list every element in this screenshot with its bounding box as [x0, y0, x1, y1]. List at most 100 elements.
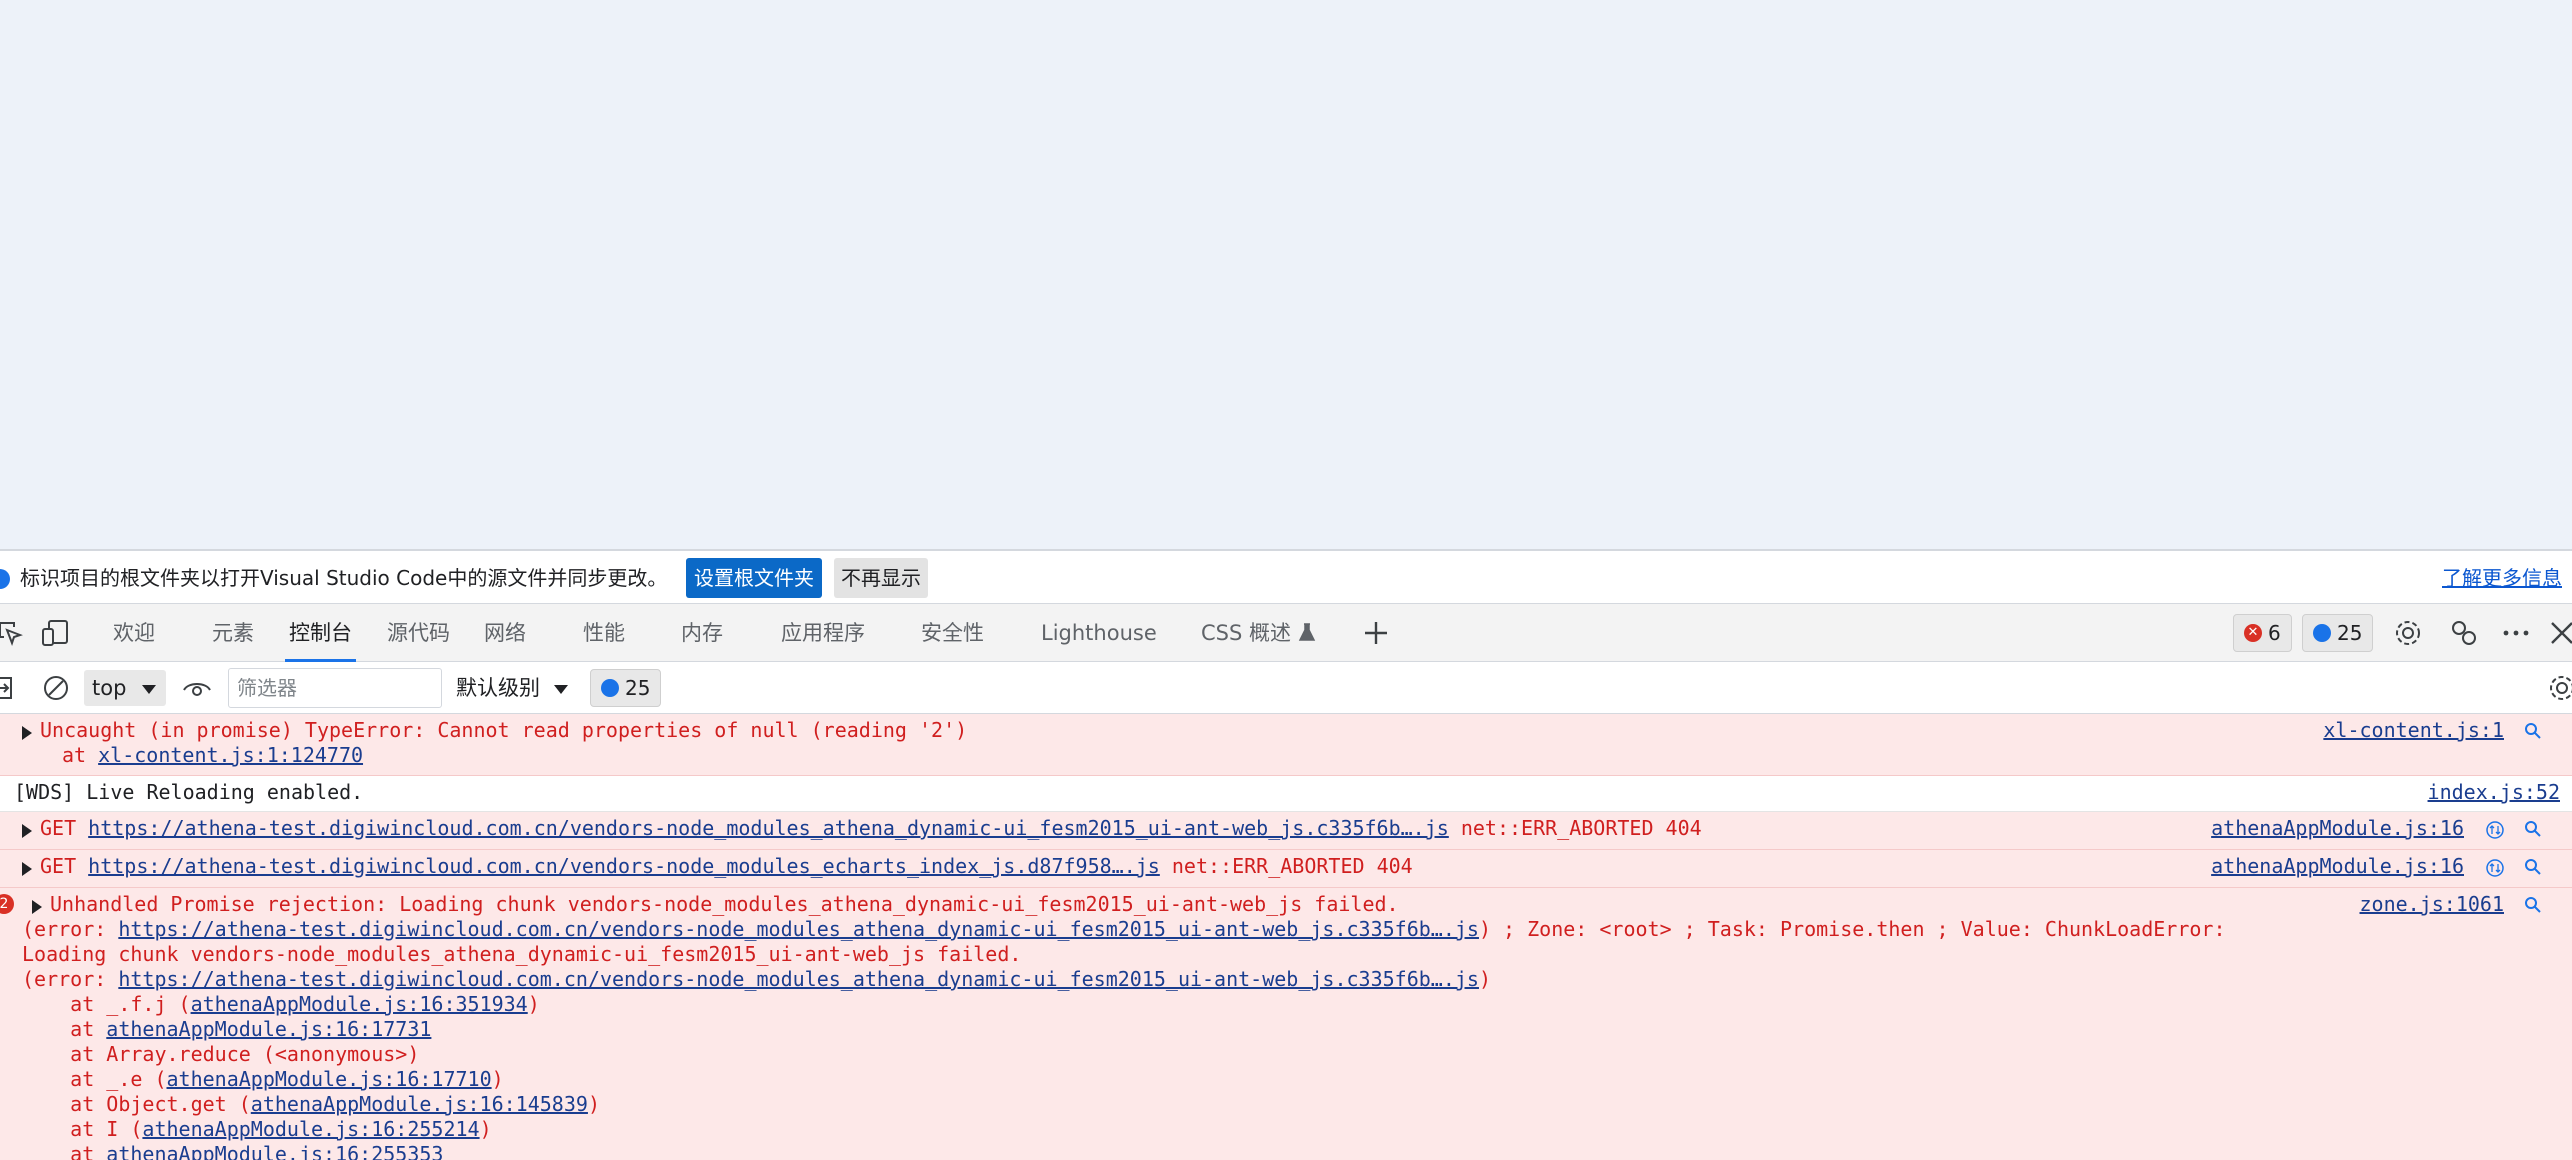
tab-application[interactable]: 应用程序	[781, 604, 865, 662]
stack-suffix: )	[491, 1067, 504, 1091]
expand-triangle-icon[interactable]	[22, 862, 32, 876]
chevron-down-icon	[142, 685, 156, 694]
console-settings-gear-icon[interactable]	[2546, 672, 2572, 704]
expand-triangle-icon[interactable]	[22, 824, 32, 838]
expand-triangle-icon[interactable]	[22, 726, 32, 740]
tab-console[interactable]: 控制台	[285, 604, 356, 662]
error-detail-suffix: )	[1478, 967, 1492, 991]
stack-link[interactable]: athenaAppModule.js:16:17731	[106, 1017, 431, 1041]
stack-link[interactable]: xl-content.js:1:124770	[98, 743, 363, 767]
device-toolbar-icon[interactable]	[40, 617, 72, 649]
source-link[interactable]: index.js:52	[2428, 780, 2560, 805]
network-request-icon[interactable]	[2486, 859, 2504, 877]
add-tab-icon[interactable]	[1360, 617, 1392, 649]
stack-link[interactable]: athenaAppModule.js:16:255214	[142, 1117, 479, 1141]
stack-link[interactable]: athenaAppModule.js:16:145839	[251, 1092, 588, 1116]
source-link[interactable]: xl-content.js:1	[2323, 718, 2504, 743]
stack-prefix: at I (	[22, 1117, 143, 1141]
search-icon[interactable]	[2524, 858, 2542, 876]
console-messages: Uncaught (in promise) TypeError: Cannot …	[0, 714, 2572, 1160]
devtools-tabbar: 欢迎 元素 控制台 源代码 网络 性能 内存 应用程序 安全性 Lighthou…	[0, 604, 2572, 662]
live-expression-eye-icon[interactable]	[182, 674, 212, 702]
request-url-link[interactable]: https://athena-test.digiwincloud.com.cn/…	[88, 854, 1160, 878]
info-icon	[0, 569, 10, 589]
sidebar-toggle-icon[interactable]	[0, 674, 20, 702]
chunk-url-link[interactable]: https://athena-test.digiwincloud.com.cn/…	[118, 917, 1479, 941]
search-icon[interactable]	[2524, 896, 2542, 914]
context-selector[interactable]: top	[84, 670, 166, 706]
tab-sources[interactable]: 源代码	[387, 604, 450, 662]
stack-link[interactable]: athenaAppModule.js:16:351934	[191, 992, 528, 1016]
stack-prefix: at _.f.j (	[22, 992, 191, 1016]
error-count: 6	[2268, 621, 2281, 645]
expand-triangle-icon[interactable]	[32, 900, 42, 914]
stack-link[interactable]: athenaAppModule.js:16:255353	[106, 1142, 443, 1160]
message-count: 25	[2337, 621, 2363, 645]
flask-icon	[1298, 623, 1315, 641]
error-detail-prefix: (error:	[22, 917, 119, 941]
error-detail-line: Loading chunk vendors-node_modules_athen…	[22, 942, 1022, 966]
console-log-row[interactable]: [WDS] Live Reloading enabled. index.js:5…	[0, 776, 2572, 812]
repeat-count-badge: 2	[0, 894, 14, 914]
message-icon	[2313, 624, 2331, 642]
tab-lighthouse[interactable]: Lighthouse	[1041, 604, 1157, 662]
search-icon[interactable]	[2524, 722, 2542, 740]
tab-memory[interactable]: 内存	[681, 604, 723, 662]
stack-link[interactable]: athenaAppModule.js:16:17710	[167, 1067, 492, 1091]
tab-css-overview-label: CSS 概述	[1201, 621, 1291, 645]
stack-prefix: at _.e (	[22, 1067, 167, 1091]
context-value: top	[92, 676, 127, 700]
log-level-value: 默认级别	[456, 676, 540, 700]
tab-network[interactable]: 网络	[484, 604, 526, 662]
source-link[interactable]: athenaAppModule.js:16	[2211, 816, 2464, 841]
feedback-icon[interactable]	[2448, 617, 2480, 649]
settings-gear-icon[interactable]	[2392, 617, 2424, 649]
error-message: Unhandled Promise rejection: Loading chu…	[50, 892, 1399, 916]
message-icon	[601, 679, 619, 697]
toolbar-message-count-badge[interactable]: 25	[590, 669, 662, 707]
console-filter-input[interactable]	[228, 668, 442, 708]
console-network-error-row[interactable]: GET https://athena-test.digiwincloud.com…	[0, 850, 2572, 888]
error-icon: ✕	[2244, 624, 2262, 642]
tab-security[interactable]: 安全性	[921, 604, 984, 662]
stack-suffix: )	[527, 992, 540, 1016]
stack-at-prefix: at	[62, 743, 99, 767]
log-level-selector[interactable]: 默认级别	[456, 670, 568, 706]
error-detail-suffix: ) ; Zone: <root> ; Task: Promise.then ; …	[1478, 917, 2226, 941]
tab-welcome[interactable]: 欢迎	[113, 604, 155, 662]
console-toolbar: top 默认级别 25	[0, 662, 2572, 714]
error-count-badge[interactable]: ✕ 6	[2233, 614, 2292, 652]
clear-console-icon[interactable]	[42, 674, 70, 702]
infobar-message: 标识项目的根文件夹以打开Visual Studio Code中的源文件并同步更改…	[20, 566, 668, 590]
message-count-badge[interactable]: 25	[2302, 614, 2374, 652]
console-error-row[interactable]: Uncaught (in promise) TypeError: Cannot …	[0, 714, 2572, 776]
dont-show-again-button[interactable]: 不再显示	[834, 558, 928, 598]
chevron-down-icon	[554, 684, 568, 694]
learn-more-link[interactable]: 了解更多信息	[2442, 566, 2562, 590]
close-devtools-icon[interactable]	[2546, 617, 2572, 649]
console-network-error-row[interactable]: GET https://athena-test.digiwincloud.com…	[0, 812, 2572, 850]
stack-suffix: )	[587, 1092, 600, 1116]
source-link[interactable]: zone.js:1061	[2360, 892, 2505, 917]
stack-prefix: at Array.reduce (<anonymous>)	[22, 1042, 420, 1066]
http-method: GET	[40, 854, 89, 878]
network-request-icon[interactable]	[2486, 821, 2504, 839]
stack-suffix: )	[479, 1117, 492, 1141]
tab-css-overview[interactable]: CSS 概述	[1201, 604, 1316, 662]
error-detail-prefix: (error:	[22, 967, 119, 991]
search-icon[interactable]	[2524, 820, 2542, 838]
source-link[interactable]: athenaAppModule.js:16	[2211, 854, 2464, 879]
infobar: 标识项目的根文件夹以打开Visual Studio Code中的源文件并同步更改…	[0, 549, 2572, 604]
set-root-folder-button[interactable]: 设置根文件夹	[686, 558, 822, 598]
request-url-link[interactable]: https://athena-test.digiwincloud.com.cn/…	[88, 816, 1449, 840]
more-options-icon[interactable]	[2500, 617, 2532, 649]
tab-performance[interactable]: 性能	[583, 604, 625, 662]
chunk-url-link[interactable]: https://athena-test.digiwincloud.com.cn/…	[118, 967, 1479, 991]
request-status: net::ERR_ABORTED 404	[1448, 816, 1702, 840]
page-viewport	[0, 0, 2572, 549]
stack-prefix: at Object.get (	[22, 1092, 251, 1116]
console-error-row[interactable]: 2 Unhandled Promise rejection: Loading c…	[0, 888, 2572, 1160]
inspect-element-icon[interactable]	[0, 617, 26, 649]
tab-elements[interactable]: 元素	[212, 604, 254, 662]
toolbar-message-count: 25	[625, 676, 651, 700]
